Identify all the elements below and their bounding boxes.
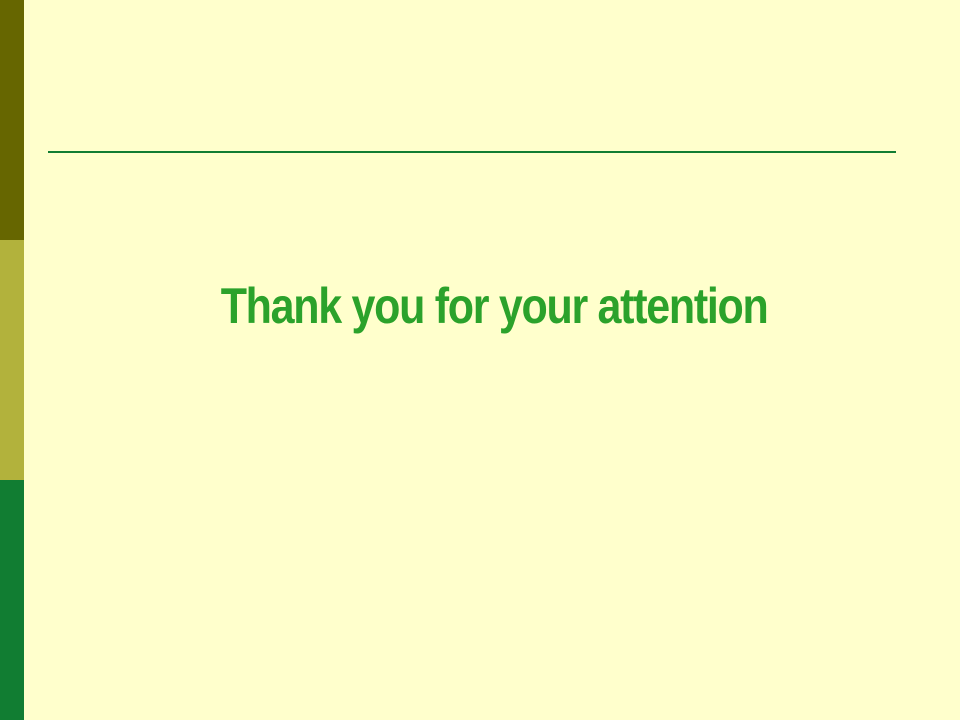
- side-bar-top-segment: [0, 0, 24, 240]
- side-bar-middle-segment: [0, 240, 24, 480]
- side-bar-bottom-segment: [0, 480, 24, 720]
- slide-title: Thank you for your attention: [220, 278, 769, 334]
- slide: Thank you for your attention: [0, 0, 960, 720]
- title-divider-line: [48, 151, 896, 153]
- side-accent-bar: [0, 0, 24, 720]
